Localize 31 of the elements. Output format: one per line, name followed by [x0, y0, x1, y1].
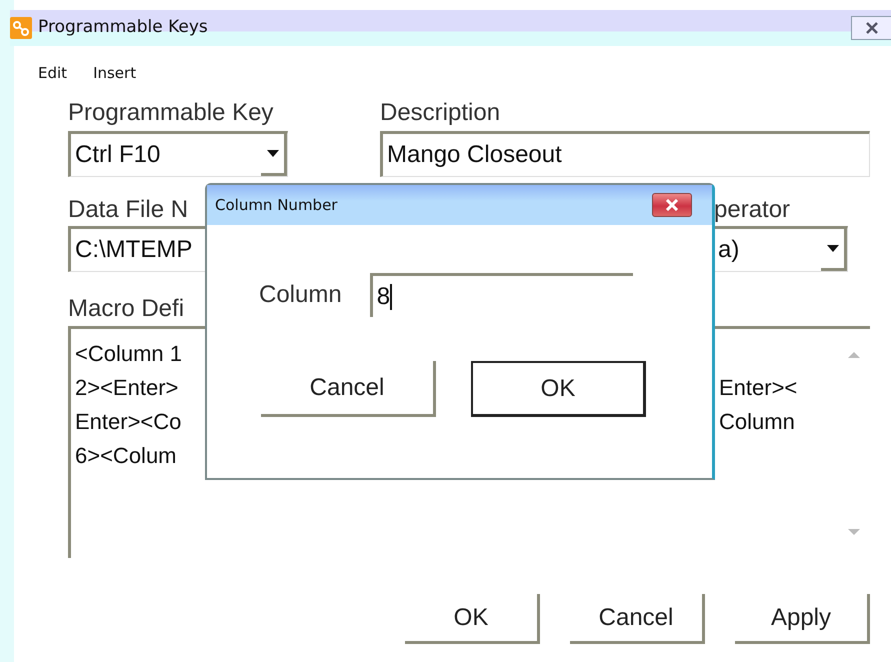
key-dropdown[interactable]: Ctrl F10	[68, 131, 288, 177]
app-icon	[10, 16, 32, 39]
dialog-button[interactable]: Cancel	[261, 361, 436, 417]
close-icon	[864, 22, 878, 34]
macro-line: Enter><Co	[75, 409, 182, 434]
caret-icon	[266, 150, 278, 158]
field-label: Macro Defi	[68, 294, 184, 324]
dialog-button[interactable]: Cancel	[570, 594, 705, 644]
macro-line: 2><Enter>	[75, 375, 178, 400]
macro-line: <Column 1	[75, 341, 182, 366]
menu-item[interactable]: Edit	[38, 58, 68, 88]
field-label: Column	[259, 280, 342, 310]
close-button[interactable]	[851, 16, 891, 40]
dialog-title: Column Number	[215, 194, 338, 216]
description-field[interactable]: Mango Closeout	[380, 131, 870, 177]
close-button[interactable]	[652, 193, 692, 217]
column-field[interactable]: 8	[370, 273, 633, 317]
field-label: Description	[380, 98, 500, 128]
field-label: perator	[714, 195, 790, 225]
caret-icon	[826, 244, 838, 252]
dialog-button[interactable]: OK	[405, 594, 540, 644]
field-label: Data File N	[68, 195, 188, 225]
macro-line: Enter><	[719, 375, 798, 400]
dialog-button[interactable]: Apply	[735, 594, 870, 644]
macro-line: 6><Colum	[75, 443, 177, 468]
field-label: Programmable Key	[68, 98, 274, 128]
macro-line: Column	[719, 409, 795, 434]
dialog-button[interactable]: OK	[471, 361, 646, 417]
close-icon	[665, 199, 679, 211]
menu-item[interactable]: Insert	[93, 58, 136, 88]
window-title: Programmable Keys	[38, 16, 208, 40]
